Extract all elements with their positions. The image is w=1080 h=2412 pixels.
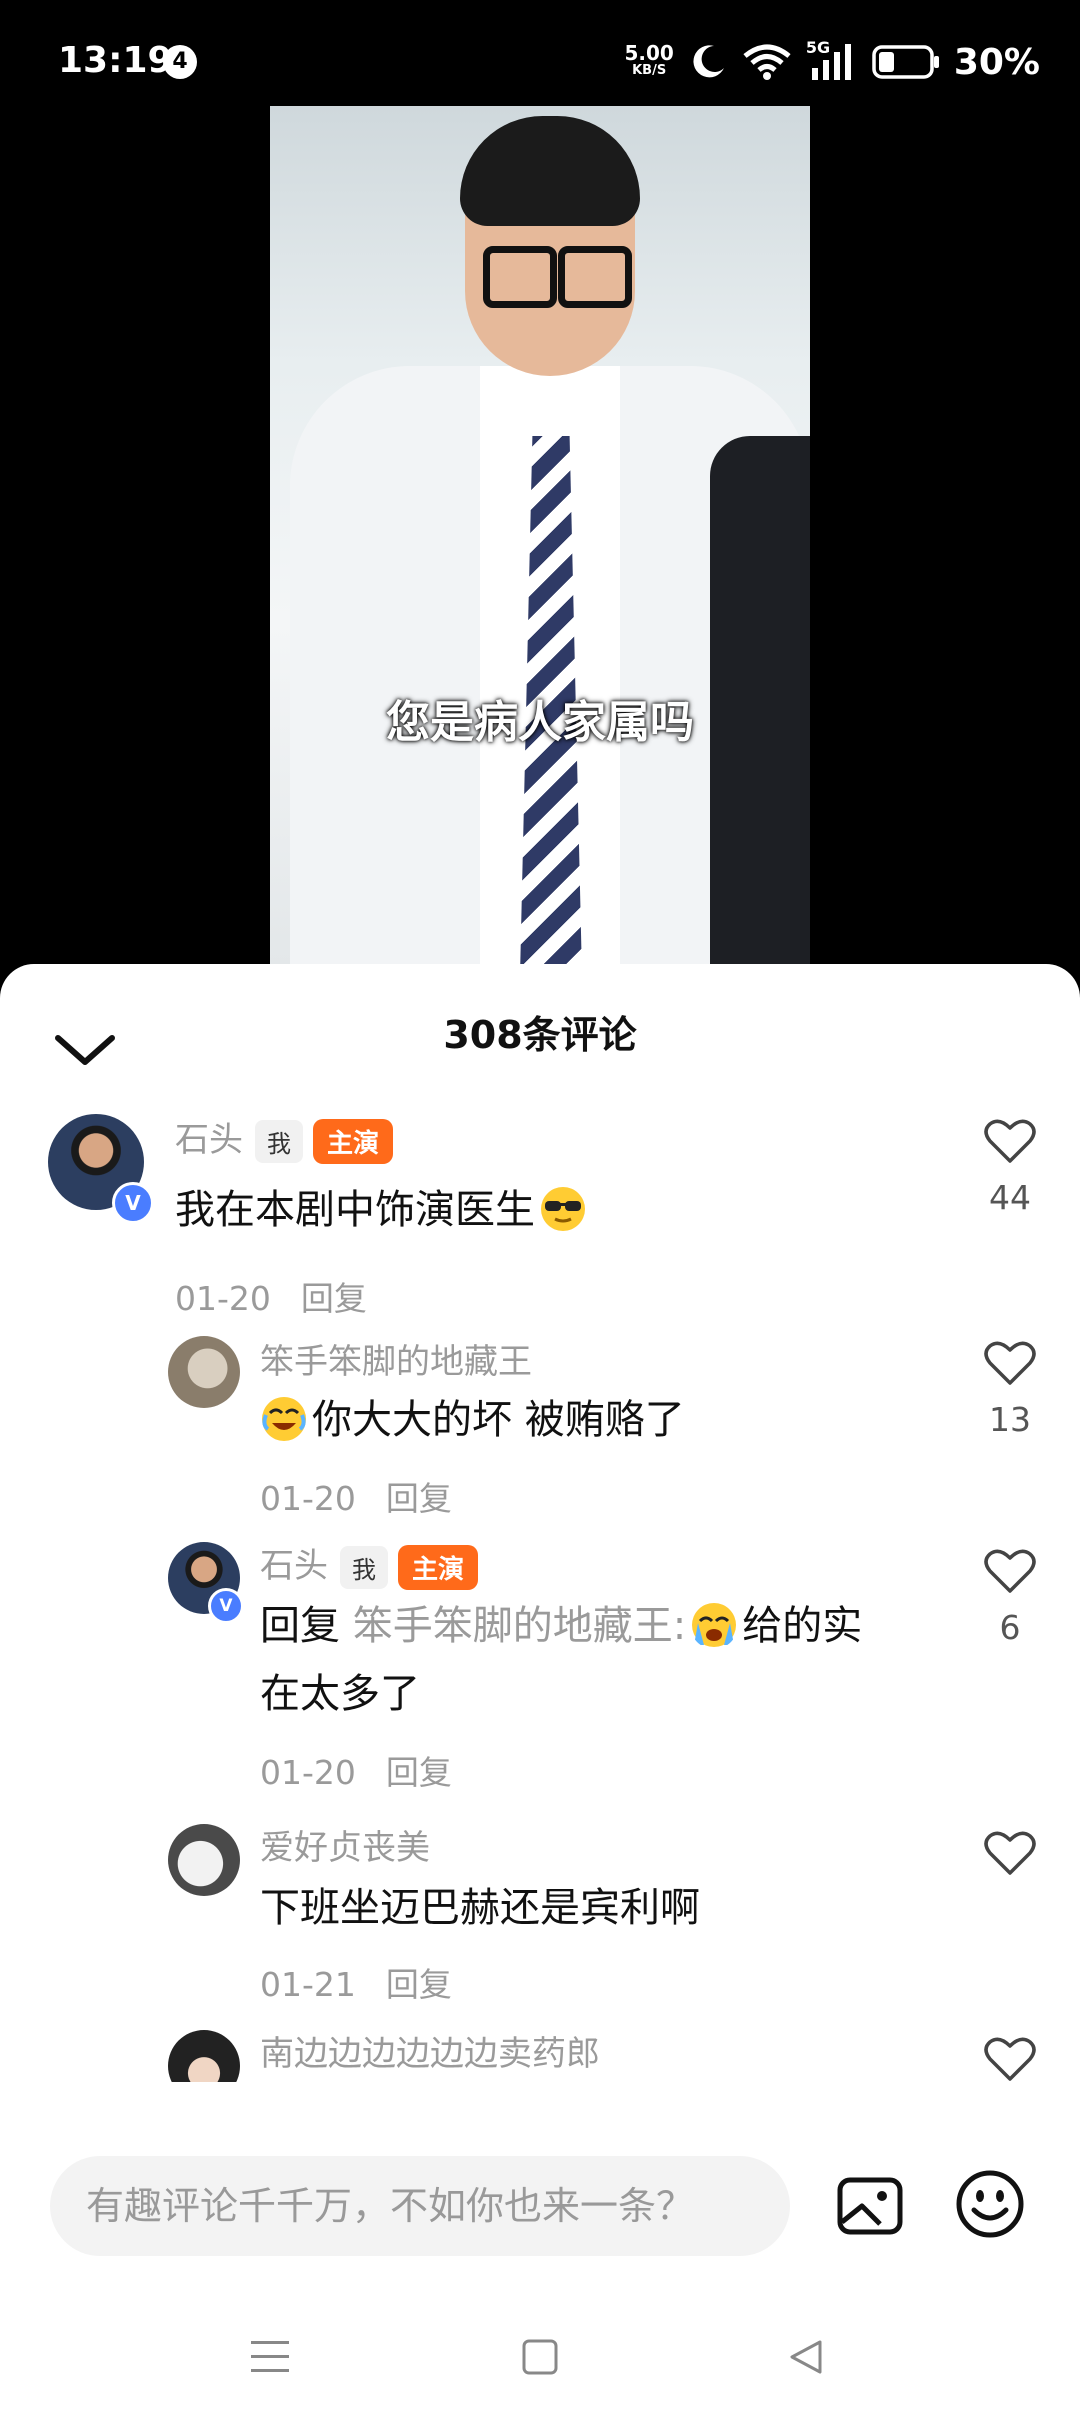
heart-icon xyxy=(984,2037,1036,2081)
notification-count-badge: 4 xyxy=(163,45,197,79)
avatar[interactable] xyxy=(168,2030,240,2082)
comment-meta: 01-21 回复 xyxy=(260,1958,452,2006)
like-button[interactable]: 44 xyxy=(974,1118,1046,1217)
status-time: 13:19 xyxy=(58,40,173,81)
comment-date: 01-20 xyxy=(260,1479,356,1518)
heart-icon xyxy=(984,1549,1036,1593)
comments-title: 308条评论 xyxy=(443,1013,637,1057)
avatar[interactable] xyxy=(168,1336,240,1408)
like-count: 44 xyxy=(989,1178,1031,1217)
comment-meta: 01-20 回复 xyxy=(175,1272,367,1320)
video-player[interactable]: 您是病人家属吗 xyxy=(270,106,810,966)
avatar[interactable] xyxy=(168,1824,240,1896)
emoji-picker-icon[interactable] xyxy=(954,2168,1026,2240)
nav-home-button[interactable] xyxy=(500,2302,580,2412)
crying-emoji-icon xyxy=(692,1603,737,1647)
tag-me-badge: 我 xyxy=(255,1120,303,1163)
comment-date: 01-21 xyxy=(260,1965,356,2004)
video-subtitle: 您是病人家属吗 xyxy=(386,697,694,748)
cell-signal-icon: 5G xyxy=(806,38,858,82)
comment-date: 01-20 xyxy=(260,1753,356,1792)
like-button[interactable]: 13 xyxy=(974,1340,1046,1439)
cool-sunglasses-emoji-icon xyxy=(541,1187,585,1231)
like-button[interactable]: 6 xyxy=(974,1548,1046,1647)
comment-author[interactable]: 爱好贞丧美 xyxy=(260,1820,430,1869)
reply-button[interactable]: 回复 xyxy=(386,1479,452,1518)
image-picker-icon[interactable] xyxy=(836,2172,904,2240)
moon-icon xyxy=(693,45,724,78)
heart-icon xyxy=(984,1831,1036,1875)
comment-author[interactable]: 石头我主演 xyxy=(260,1538,479,1590)
video-figure-glasses-left xyxy=(483,246,557,308)
like-count: 13 xyxy=(989,1400,1031,1439)
comment-text: 回复 笨手笨脚的地藏王: 给的实 在太多了 xyxy=(260,1603,863,1717)
tag-lead-actor-badge: 主演 xyxy=(398,1545,479,1590)
comment-meta: 01-20 回复 xyxy=(260,1746,452,1794)
heart-icon xyxy=(984,1119,1036,1163)
like-button[interactable] xyxy=(974,1830,1046,1876)
wifi-icon xyxy=(743,44,791,80)
battery-icon xyxy=(872,45,939,79)
verified-badge: V xyxy=(112,1182,154,1224)
comment-text: 你大大的坏 被贿赂了 xyxy=(260,1386,920,1454)
reply-to-user[interactable]: 笨手笨脚的地藏王: xyxy=(353,1603,686,1649)
net-speed: 5.00 KB/S xyxy=(624,41,674,78)
comment-list[interactable]: V 石头我主演 我在本剧中饰演医生 01-20 回复 44 笨手笨脚的地藏王 你大… xyxy=(0,1104,1080,2082)
comment-author[interactable]: 南边边边边边边卖药郎 xyxy=(260,2026,600,2075)
battery-percent: 30% xyxy=(953,41,1040,83)
video-figure-glasses-right xyxy=(558,246,632,308)
nav-back-button[interactable] xyxy=(766,2302,846,2412)
menu-icon xyxy=(251,2341,289,2372)
comments-panel: 308条评论 V 石头我主演 我在本剧中饰演医生 01-20 回复 44 笨手笨脚… xyxy=(0,964,1080,2412)
tag-lead-actor-badge: 主演 xyxy=(313,1119,394,1164)
status-icons: 5.00 KB/S 5G 30% xyxy=(624,38,1040,86)
tag-me-badge: 我 xyxy=(340,1546,388,1589)
nav-menu-button[interactable] xyxy=(230,2302,310,2412)
like-button[interactable] xyxy=(974,2036,1046,2082)
reply-button[interactable]: 回复 xyxy=(386,1753,452,1792)
video-figure-hair xyxy=(460,116,640,226)
comment-meta: 01-20 回复 xyxy=(260,1472,452,1520)
comment-input[interactable]: 有趣评论千千万，不如你也来一条？ xyxy=(50,2156,790,2256)
comment-text: 下班坐迈巴赫还是宾利啊 xyxy=(260,1885,700,1931)
like-count: 6 xyxy=(999,1608,1021,1647)
nervous-laugh-emoji-icon xyxy=(262,1397,306,1441)
reply-button[interactable]: 回复 xyxy=(386,1965,452,2004)
comment-author[interactable]: 石头我主演 xyxy=(175,1112,394,1164)
system-navigation-bar xyxy=(0,2302,1080,2412)
heart-icon xyxy=(984,1341,1036,1385)
back-triangle-icon xyxy=(790,2340,822,2374)
comment-date: 01-20 xyxy=(175,1279,271,1318)
comment-text: 我在本剧中饰演医生 xyxy=(175,1176,935,1244)
reply-button[interactable]: 回复 xyxy=(301,1279,367,1318)
comment-author[interactable]: 笨手笨脚的地藏王 xyxy=(260,1334,532,1383)
home-square-icon xyxy=(522,2339,558,2375)
verified-badge: V xyxy=(208,1588,244,1624)
